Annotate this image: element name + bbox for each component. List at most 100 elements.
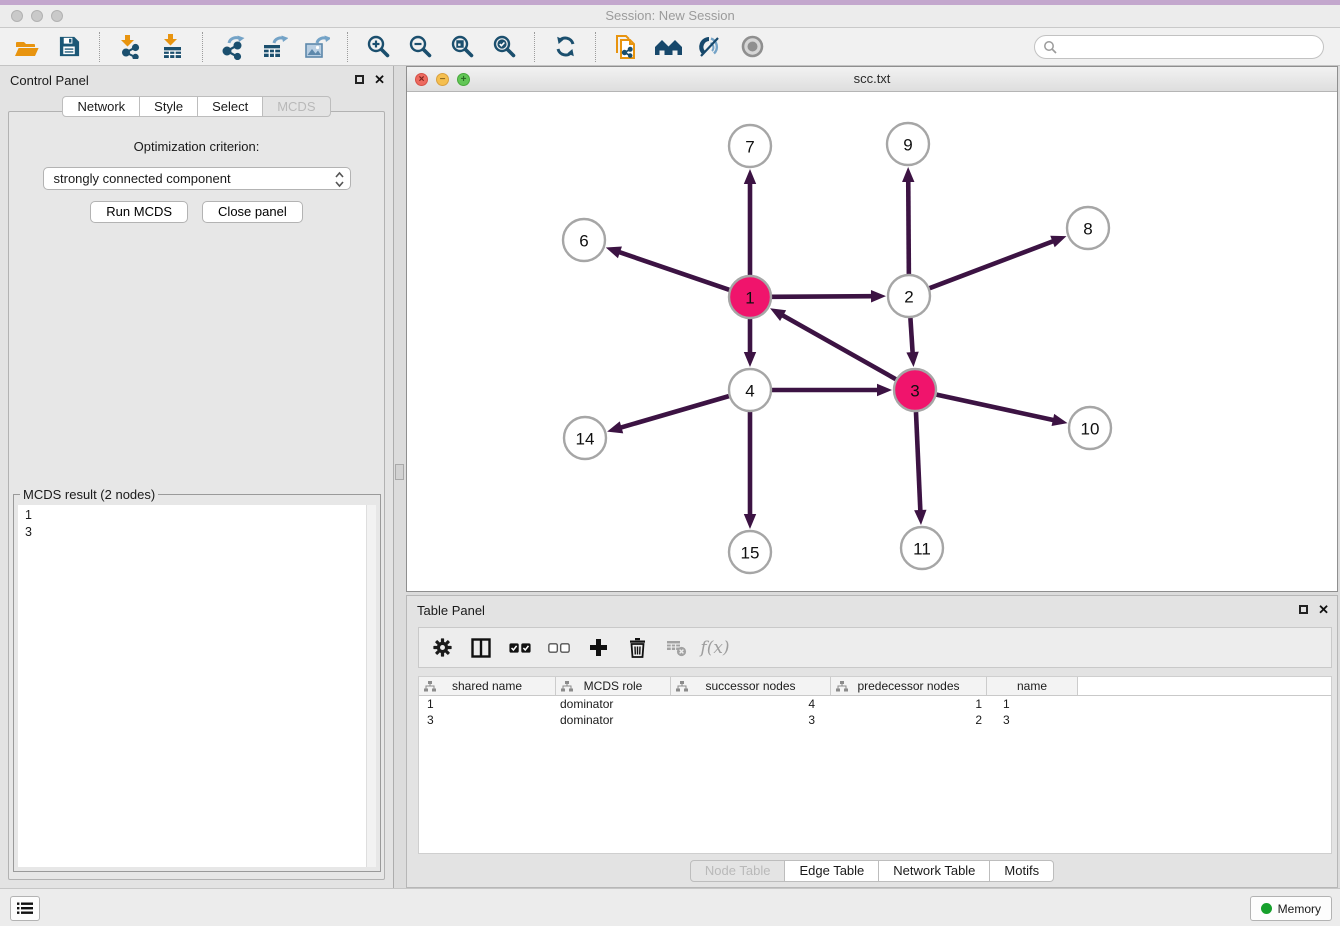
column-header-predecessor-nodes[interactable]: predecessor nodes xyxy=(831,677,987,695)
export-table-button[interactable] xyxy=(258,31,292,63)
zoom-in-icon xyxy=(366,34,391,59)
tab-style[interactable]: Style xyxy=(140,96,198,117)
graph-node-label: 1 xyxy=(745,289,754,308)
column-header-shared-name[interactable]: shared name xyxy=(419,677,556,695)
graph-edge[interactable] xyxy=(910,318,912,354)
graph-edge-arrowhead xyxy=(871,290,886,302)
table-row[interactable]: 3dominator323 xyxy=(419,712,1331,728)
network-window-controls: × − + xyxy=(415,73,470,86)
open-file-button[interactable] xyxy=(10,31,44,63)
search-icon xyxy=(1043,40,1057,54)
float-panel-icon[interactable] xyxy=(355,75,364,84)
create-column-button[interactable] xyxy=(587,636,609,660)
table-cell[interactable]: 3 xyxy=(987,712,1078,728)
zoom-fit-button[interactable] xyxy=(445,31,479,63)
control-panel-tabs: Network Style Select MCDS xyxy=(0,96,393,117)
tab-network-table[interactable]: Network Table xyxy=(879,860,990,882)
table-cell[interactable]: dominator xyxy=(556,712,671,728)
delete-table-icon xyxy=(666,639,687,657)
column-header-mcds-role[interactable]: MCDS role xyxy=(556,677,671,695)
maximize-network-button[interactable]: + xyxy=(457,73,470,86)
column-label: MCDS role xyxy=(584,679,643,693)
float-panel-icon[interactable] xyxy=(1299,605,1308,614)
graphics-details-toggle-button[interactable] xyxy=(693,31,727,63)
table-row[interactable]: 1dominator411 xyxy=(419,696,1331,712)
export-network-button[interactable] xyxy=(216,31,250,63)
select-stepper-icon xyxy=(335,171,344,194)
tab-node-table[interactable]: Node Table xyxy=(690,860,786,882)
close-network-button[interactable]: × xyxy=(415,73,428,86)
select-all-rows-button[interactable] xyxy=(509,636,531,660)
optimization-criterion-select[interactable]: strongly connected component xyxy=(43,167,351,190)
close-panel-button[interactable]: Close panel xyxy=(202,201,303,223)
export-image-button[interactable] xyxy=(300,31,334,63)
minimize-network-button[interactable]: − xyxy=(436,73,449,86)
table-panel-tabs: Node Table Edge Table Network Table Moti… xyxy=(407,860,1337,882)
global-search-field[interactable] xyxy=(1034,35,1324,59)
network-canvas-svg[interactable]: 7968124314101511 xyxy=(407,92,1337,592)
import-table-icon xyxy=(160,34,185,59)
table-cell[interactable]: dominator xyxy=(556,696,671,712)
graph-edge[interactable] xyxy=(618,252,729,290)
graph-node-label: 15 xyxy=(741,544,760,563)
run-mcds-button[interactable]: Run MCDS xyxy=(90,201,188,223)
show-column-panel-button[interactable] xyxy=(470,636,492,660)
save-session-button[interactable] xyxy=(52,31,86,63)
table-cell[interactable]: 2 xyxy=(831,712,987,728)
close-panel-icon[interactable]: ✕ xyxy=(1318,603,1329,616)
vertical-splitter-handle[interactable] xyxy=(395,464,404,480)
graph-edge[interactable] xyxy=(908,180,909,274)
delete-column-button[interactable] xyxy=(626,636,648,660)
deselect-all-rows-button[interactable] xyxy=(548,636,570,660)
table-cell[interactable]: 1 xyxy=(831,696,987,712)
table-cell[interactable]: 1 xyxy=(987,696,1078,712)
column-header-successor-nodes[interactable]: successor nodes xyxy=(671,677,831,695)
column-header-name[interactable]: name xyxy=(987,677,1078,695)
tab-edge-table[interactable]: Edge Table xyxy=(785,860,879,882)
graph-edge[interactable] xyxy=(772,296,873,297)
first-neighbors-button[interactable] xyxy=(651,31,685,63)
import-network-button[interactable] xyxy=(113,31,147,63)
table-settings-button[interactable] xyxy=(431,636,453,660)
graph-edge[interactable] xyxy=(936,395,1054,421)
hierarchy-icon xyxy=(836,681,848,692)
graph-edge-arrowhead xyxy=(877,384,892,396)
houses-icon xyxy=(654,36,683,58)
mcds-result-line: 3 xyxy=(25,525,32,539)
import-table-button[interactable] xyxy=(155,31,189,63)
table-cell[interactable]: 1 xyxy=(419,696,556,712)
graph-edge-arrowhead xyxy=(914,510,926,525)
graph-edge-arrowhead xyxy=(902,167,914,182)
checked-checkboxes-icon xyxy=(509,642,531,654)
app-title: Session: New Session xyxy=(0,8,1340,23)
save-icon xyxy=(58,35,81,58)
graph-edge[interactable] xyxy=(916,412,920,512)
table-cell[interactable]: 3 xyxy=(419,712,556,728)
tab-mcds[interactable]: MCDS xyxy=(263,96,330,117)
result-scrollbar[interactable] xyxy=(366,505,376,867)
tab-network[interactable]: Network xyxy=(62,96,140,117)
new-network-from-selection-button[interactable] xyxy=(609,31,643,63)
function-builder-button-disabled: f(x) xyxy=(704,636,726,660)
graph-node-label: 10 xyxy=(1081,420,1100,439)
task-history-button[interactable] xyxy=(10,896,40,921)
search-input[interactable] xyxy=(1057,38,1323,55)
graph-edge[interactable] xyxy=(620,396,729,428)
zoom-in-button[interactable] xyxy=(361,31,395,63)
refresh-view-button[interactable] xyxy=(548,31,582,63)
table-cell[interactable]: 3 xyxy=(671,712,831,728)
graph-edge[interactable] xyxy=(781,315,895,380)
close-panel-icon[interactable]: ✕ xyxy=(374,73,385,86)
table-panel: Table Panel ✕ xyxy=(406,595,1338,888)
tab-select[interactable]: Select xyxy=(198,96,263,117)
zoom-selected-button[interactable] xyxy=(487,31,521,63)
zoom-out-button[interactable] xyxy=(403,31,437,63)
memory-button[interactable]: Memory xyxy=(1250,896,1332,921)
tab-motifs[interactable]: Motifs xyxy=(990,860,1054,882)
mcds-result-textarea[interactable]: 13 xyxy=(18,505,376,867)
graph-edge[interactable] xyxy=(930,241,1055,288)
table-cell[interactable]: 4 xyxy=(671,696,831,712)
birds-eye-view-toggle-button[interactable] xyxy=(735,31,769,63)
list-icon xyxy=(17,902,33,915)
network-window-titlebar[interactable]: × − + scc.txt xyxy=(407,67,1337,92)
